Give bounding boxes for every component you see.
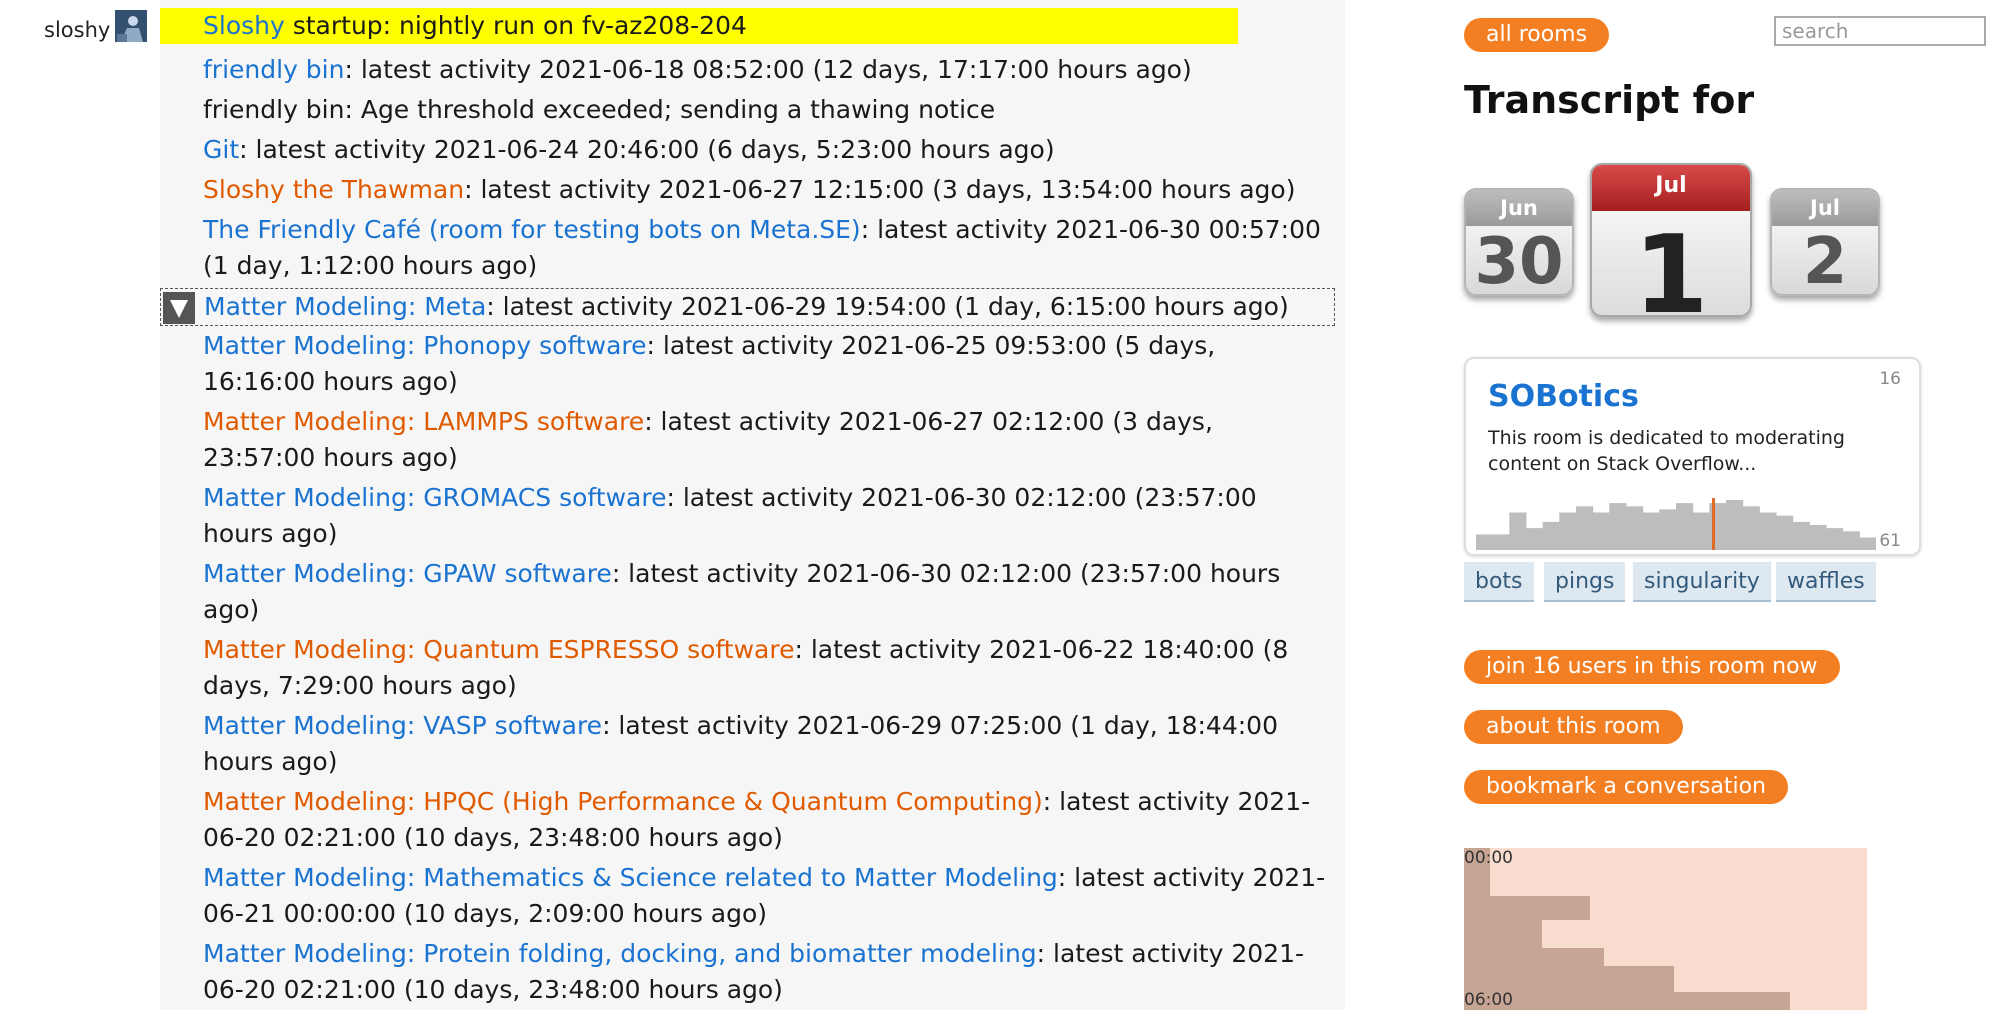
message-item: Matter Modeling: Phonopy software: lates… xyxy=(203,328,1333,400)
activity-bar xyxy=(1592,512,1610,550)
message-item: friendly bin: latest activity 2021-06-18… xyxy=(203,52,1333,88)
message-item: Matter Modeling: Protein folding, dockin… xyxy=(203,936,1333,1008)
room-link[interactable]: Matter Modeling: LAMMPS software xyxy=(203,407,644,436)
time-of-day-blocks xyxy=(1464,848,1790,1010)
time-label-start: 00:00 xyxy=(1464,848,1513,868)
room-message-count: 61 xyxy=(1879,531,1901,551)
room-card[interactable]: SOBotics 16 This room is dedicated to mo… xyxy=(1464,357,1921,556)
calendar-prev-date: 30 xyxy=(1474,225,1564,296)
user-name[interactable]: sloshy xyxy=(44,18,110,42)
message-item: Matter Modeling: Mathematics & Science r… xyxy=(203,860,1333,932)
room-link[interactable]: Sloshy the Thawman xyxy=(203,175,464,204)
bookmark-conversation-button[interactable]: bookmark a conversation xyxy=(1464,770,1788,804)
calendar-next-month: Jul xyxy=(1772,190,1878,226)
room-tag[interactable]: bots xyxy=(1464,562,1534,602)
room-link[interactable]: Matter Modeling: GROMACS software xyxy=(203,483,666,512)
room-link[interactable]: Matter Modeling: Protein folding, dockin… xyxy=(203,939,1037,968)
message-text: : latest activity 2021-06-18 08:52:00 (1… xyxy=(344,55,1192,84)
activity-bar xyxy=(1859,537,1876,550)
user-signature: sloshy xyxy=(44,10,154,50)
activity-bar xyxy=(1642,512,1660,550)
calendar-next-day[interactable]: Jul 2 xyxy=(1770,188,1880,296)
message-text: friendly bin: Age threshold exceeded; se… xyxy=(203,95,996,124)
activity-bar xyxy=(1526,528,1544,550)
activity-bar xyxy=(1576,506,1594,550)
room-user-count: 16 xyxy=(1879,369,1901,389)
message-item: Matter Modeling: LAMMPS software: latest… xyxy=(203,404,1333,476)
room-tag[interactable]: waffles xyxy=(1776,562,1876,602)
message-item: Matter Modeling: Quantum ESPRESSO softwa… xyxy=(203,632,1333,704)
room-activity-graph xyxy=(1476,498,1876,550)
room-link[interactable]: Matter Modeling: Quantum ESPRESSO softwa… xyxy=(203,635,794,664)
activity-bar xyxy=(1776,515,1794,550)
page-title: Transcript for xyxy=(1464,78,1755,122)
message-item: Matter Modeling: GROMACS software: lates… xyxy=(203,480,1333,552)
room-link[interactable]: Matter Modeling: VASP software xyxy=(203,711,602,740)
activity-bar xyxy=(1692,512,1710,550)
collapse-toggle-icon[interactable] xyxy=(163,292,195,324)
search-input[interactable] xyxy=(1774,16,1986,46)
room-link[interactable]: Matter Modeling: GPAW software xyxy=(203,559,612,588)
time-label-six: 06:00 xyxy=(1464,990,1513,1010)
current-time-marker xyxy=(1712,498,1715,550)
room-tag[interactable]: singularity xyxy=(1633,562,1771,602)
calendar-next-date: 2 xyxy=(1802,225,1848,296)
room-link[interactable]: The Friendly Café (room for testing bots… xyxy=(203,215,861,244)
room-tag[interactable]: pings xyxy=(1544,562,1626,602)
activity-bar xyxy=(1659,509,1677,550)
activity-bar xyxy=(1726,500,1744,550)
activity-bar xyxy=(1709,503,1727,550)
activity-bar xyxy=(1492,534,1510,550)
join-room-button[interactable]: join 16 users in this room now xyxy=(1464,650,1840,684)
activity-bar xyxy=(1759,512,1777,550)
user-avatar[interactable] xyxy=(115,10,147,42)
room-link[interactable]: Matter Modeling: Meta xyxy=(204,292,486,321)
message-item: Matter Modeling: GPAW software: latest a… xyxy=(203,556,1333,628)
about-room-button[interactable]: about this room xyxy=(1464,710,1683,744)
activity-bar xyxy=(1542,521,1560,550)
room-link[interactable]: Sloshy xyxy=(203,11,285,40)
room-name[interactable]: SOBotics xyxy=(1488,379,1639,414)
message-item: Matter Modeling: VASP software: latest a… xyxy=(203,708,1333,780)
calendar-prev-day[interactable]: Jun 30 xyxy=(1464,188,1574,296)
calendar-current-month: Jul xyxy=(1592,165,1750,211)
message-item: Sloshy startup: nightly run on fv-az208-… xyxy=(160,8,1238,44)
message-text: : latest activity 2021-06-29 19:54:00 (1… xyxy=(486,292,1289,321)
calendar-prev-month: Jun xyxy=(1466,190,1572,226)
room-link[interactable]: Matter Modeling: Phonopy software xyxy=(203,331,647,360)
message-item: Matter Modeling: Meta: latest activity 2… xyxy=(160,288,1335,326)
activity-bar xyxy=(1826,528,1844,550)
activity-bar xyxy=(1676,503,1694,550)
message-text: : latest activity 2021-06-24 20:46:00 (6… xyxy=(239,135,1055,164)
room-link[interactable]: Matter Modeling: HPQC (High Performance … xyxy=(203,787,1043,816)
activity-bar xyxy=(1742,506,1760,550)
activity-bar xyxy=(1609,503,1627,550)
activity-bar xyxy=(1476,534,1494,550)
room-link[interactable]: Matter Modeling: Mathematics & Science r… xyxy=(203,863,1058,892)
activity-bar xyxy=(1559,512,1577,550)
message-text: : latest activity 2021-06-27 12:15:00 (3… xyxy=(464,175,1296,204)
message-item: Git: latest activity 2021-06-24 20:46:00… xyxy=(203,132,1333,168)
room-link[interactable]: Git xyxy=(203,135,239,164)
message-text: startup: nightly run on fv-az208-204 xyxy=(284,11,747,40)
time-of-day-chart[interactable]: 00:00 06:00 xyxy=(1464,848,1867,1010)
room-link[interactable]: friendly bin xyxy=(203,55,344,84)
message-item: The Friendly Café (room for testing bots… xyxy=(203,212,1333,284)
activity-bar xyxy=(1509,512,1527,550)
message-item: Sloshy the Thawman: latest activity 2021… xyxy=(203,172,1333,208)
message-list: Sloshy startup: nightly run on fv-az208-… xyxy=(160,0,1345,1010)
activity-bar xyxy=(1792,521,1810,550)
activity-bar xyxy=(1626,506,1644,550)
activity-bar xyxy=(1809,525,1827,550)
all-rooms-button[interactable]: all rooms xyxy=(1464,18,1610,52)
calendar-current-day: Jul 1 xyxy=(1590,163,1752,317)
activity-bar xyxy=(1842,531,1860,550)
message-item: friendly bin: Age threshold exceeded; se… xyxy=(203,92,1333,128)
message-item: Matter Modeling: HPQC (High Performance … xyxy=(203,784,1333,856)
calendar-current-date: 1 xyxy=(1633,213,1709,317)
room-description: This room is dedicated to moderating con… xyxy=(1488,427,1845,475)
